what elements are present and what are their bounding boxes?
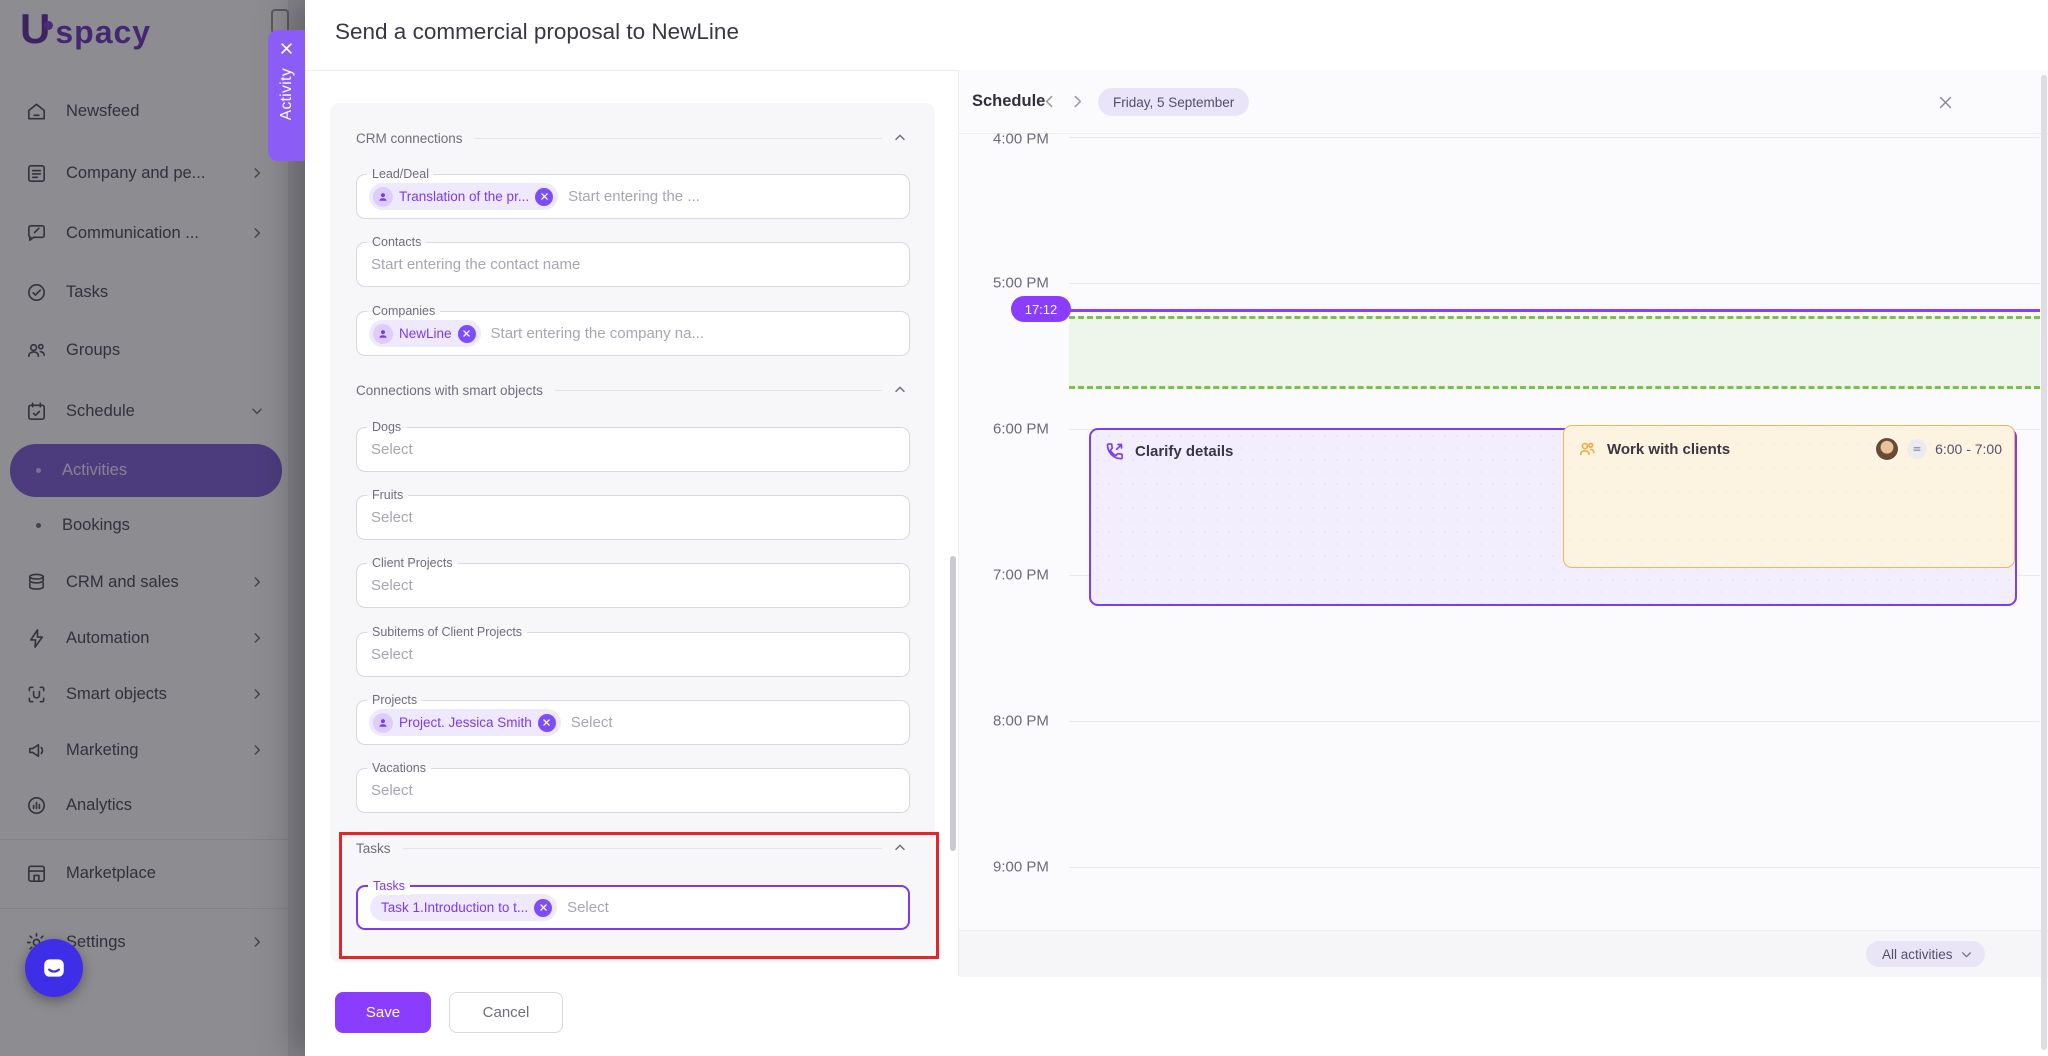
save-button[interactable]: Save: [335, 992, 431, 1033]
hour-gridline: [1069, 137, 2040, 138]
schedule-grid: 4:00 PM 5:00 PM 6:00 PM 7:00 PM 8:00 PM …: [959, 133, 2048, 930]
field-placeholder: Select: [371, 509, 413, 526]
time-label: 8:00 PM: [993, 713, 1065, 730]
field-label: Client Projects: [367, 555, 458, 572]
field-label: Vacations: [367, 760, 431, 777]
hour-gridline: [1069, 721, 2040, 722]
field-label: Subitems of Client Projects: [367, 624, 527, 641]
activity-modal: Activity Send a commercial proposal to N…: [305, 0, 2048, 1056]
time-label: 4:00 PM: [993, 133, 1065, 148]
person-icon: [373, 324, 393, 344]
field-lead-deal[interactable]: Lead/Deal Translation of the pr... Start…: [356, 174, 910, 219]
date-pill[interactable]: Friday, 5 September: [1098, 88, 1249, 116]
close-schedule-icon[interactable]: [1937, 94, 1954, 111]
form-scrollbar[interactable]: [950, 556, 956, 851]
close-icon[interactable]: [279, 41, 294, 56]
current-time-line: [1069, 309, 2040, 312]
field-placeholder: Select: [571, 714, 613, 731]
chip-projects[interactable]: Project. Jessica Smith: [369, 709, 561, 736]
field-label: Contacts: [367, 234, 426, 251]
chip-close-icon[interactable]: [538, 714, 556, 732]
field-projects[interactable]: Projects Project. Jessica Smith Select: [356, 700, 910, 745]
current-time-pill: 17:12: [1011, 296, 1071, 322]
avatar: [1875, 437, 1899, 461]
time-label: 7:00 PM: [993, 567, 1065, 584]
event-title: Work with clients: [1607, 441, 1730, 458]
equals-status-icon: [1907, 439, 1927, 459]
event-time: 6:00 - 7:00: [1935, 441, 2002, 457]
chat-icon: [41, 955, 67, 981]
schedule-header: Schedule Friday, 5 September: [959, 70, 2048, 134]
person-icon: [373, 713, 393, 733]
field-label: Fruits: [367, 487, 408, 504]
field-label: Companies: [367, 303, 440, 320]
chat-launcher-button[interactable]: [25, 939, 83, 997]
field-placeholder: Start entering the ...: [568, 188, 700, 205]
chip-companies[interactable]: NewLine: [369, 320, 481, 347]
schedule-panel: Schedule Friday, 5 September: [958, 70, 2048, 976]
modal-backdrop[interactable]: [0, 0, 305, 1056]
section-header-crm-connections: CRM connections: [356, 128, 908, 148]
event-title: Clarify details: [1135, 443, 1233, 460]
section-title: CRM connections: [356, 131, 463, 146]
chevron-up-icon[interactable]: [892, 130, 908, 146]
field-label: Dogs: [367, 419, 406, 436]
field-placeholder: Select: [371, 782, 413, 799]
time-label: 5:00 PM: [993, 275, 1065, 292]
field-client-projects[interactable]: Client Projects Select: [356, 563, 910, 608]
field-fruits[interactable]: Fruits Select: [356, 495, 910, 540]
activity-side-tab[interactable]: Activity: [268, 30, 305, 161]
time-label: 6:00 PM: [993, 421, 1065, 438]
field-subitems[interactable]: Subitems of Client Projects Select: [356, 632, 910, 677]
section-line: [555, 390, 882, 391]
activities-filter-dropdown[interactable]: All activities: [1866, 941, 1985, 967]
schedule-footer: All activities: [959, 930, 2048, 977]
people-icon: [1577, 439, 1597, 459]
time-label: 9:00 PM: [993, 859, 1065, 876]
chevron-down-icon: [1960, 948, 1973, 961]
hour-gridline: [1069, 867, 2040, 868]
page-scrollbar[interactable]: [2041, 75, 2047, 1050]
chip-close-icon[interactable]: [535, 188, 553, 206]
filter-label: All activities: [1882, 947, 1953, 962]
tasks-highlight-rectangle: [339, 832, 939, 959]
event-work-with-clients[interactable]: Work with clients 6:00 - 7:00: [1563, 425, 2015, 568]
chip-close-icon[interactable]: [458, 325, 476, 343]
cancel-button[interactable]: Cancel: [449, 992, 563, 1033]
chip-lead-deal[interactable]: Translation of the pr...: [369, 183, 558, 210]
chip-label: NewLine: [399, 326, 452, 341]
field-placeholder: Select: [371, 577, 413, 594]
field-label: Lead/Deal: [367, 166, 434, 183]
field-placeholder: Select: [371, 441, 413, 458]
section-title: Connections with smart objects: [356, 383, 543, 398]
modal-title: Send a commercial proposal to NewLine: [335, 19, 739, 45]
chip-label: Project. Jessica Smith: [399, 715, 532, 730]
activity-tab-label: Activity: [278, 68, 296, 120]
schedule-title: Schedule: [972, 92, 1045, 111]
prev-day-button[interactable]: [1041, 93, 1058, 110]
section-header-smart-objects: Connections with smart objects: [356, 380, 908, 400]
app-root: U spacy Newsfeed Company and pe... Commu…: [0, 0, 2048, 1056]
chevron-up-icon[interactable]: [892, 382, 908, 398]
chip-label: Translation of the pr...: [399, 189, 529, 204]
field-placeholder: Start entering the contact name: [371, 256, 580, 273]
field-dogs[interactable]: Dogs Select: [356, 427, 910, 472]
field-label: Projects: [367, 692, 422, 709]
outgoing-call-icon: [1104, 441, 1125, 462]
section-line: [475, 138, 882, 139]
field-vacations[interactable]: Vacations Select: [356, 768, 910, 813]
field-contacts[interactable]: Contacts Start entering the contact name: [356, 242, 910, 287]
field-placeholder: Select: [371, 646, 413, 663]
event-header: Work with clients 6:00 - 7:00: [1564, 426, 2014, 461]
next-day-button[interactable]: [1069, 93, 1086, 110]
person-icon: [373, 187, 393, 207]
field-placeholder: Start entering the company na...: [491, 325, 704, 342]
field-companies[interactable]: Companies NewLine Start entering the com…: [356, 311, 910, 356]
hour-gridline: [1069, 283, 2040, 284]
availability-zone: [1069, 316, 2040, 389]
event-meta: 6:00 - 7:00: [1875, 437, 2002, 461]
